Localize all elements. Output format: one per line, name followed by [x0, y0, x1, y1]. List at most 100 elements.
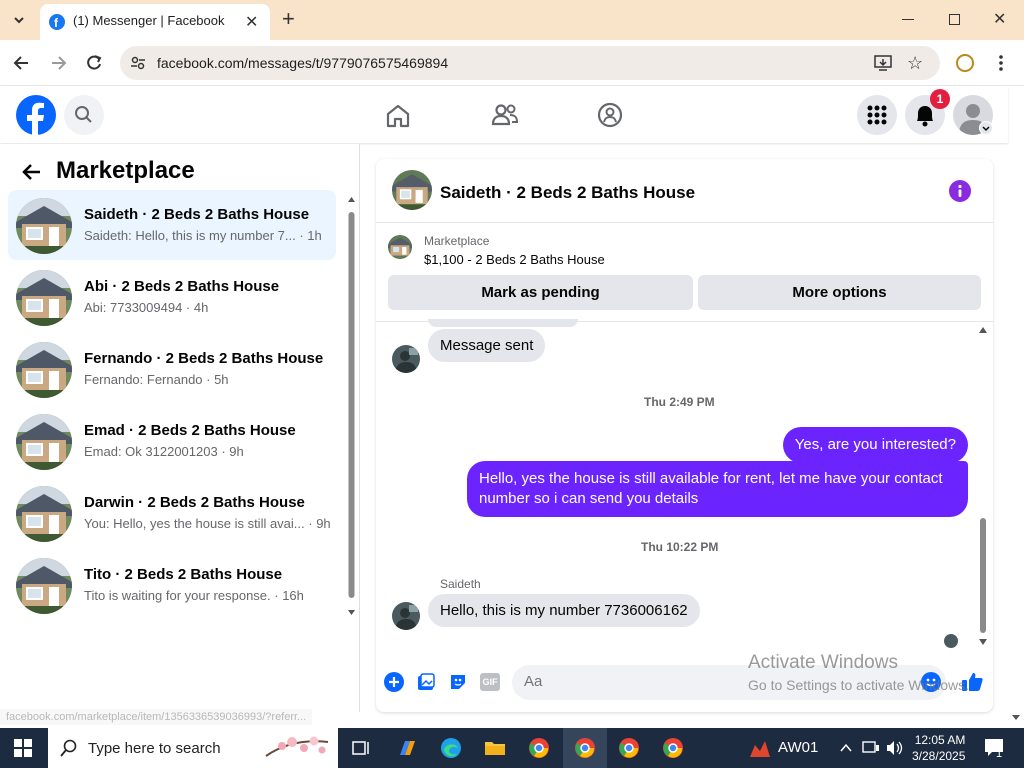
- show-hidden-icons-chevron-icon[interactable]: [839, 742, 853, 754]
- restore-icon[interactable]: [949, 14, 960, 25]
- conversation-name: Tito · 2 Beds 2 Baths House: [84, 566, 283, 583]
- chrome-icon[interactable]: [618, 737, 640, 759]
- conversation-item[interactable]: Darwin · 2 Beds 2 Baths House You: Hello,…: [8, 478, 336, 548]
- chat-title: Saideth · 2 Beds 2 Baths House: [440, 183, 696, 202]
- clock-date: 3/28/2025: [912, 749, 966, 763]
- conversation-item[interactable]: Abi · 2 Beds 2 Baths House Abi: 773300949…: [8, 262, 336, 332]
- bookmark-star-icon[interactable]: ☆: [907, 53, 923, 74]
- weather-label[interactable]: AW01: [778, 739, 818, 756]
- conversation-name: Darwin · 2 Beds 2 Baths House: [84, 494, 305, 511]
- svg-text:f: f: [54, 16, 59, 30]
- listing-avatar: [16, 198, 72, 254]
- edge-browser-icon[interactable]: [440, 737, 462, 759]
- install-app-icon[interactable]: [874, 54, 892, 72]
- search-icon[interactable]: [64, 95, 104, 135]
- sender-avatar: [392, 602, 420, 630]
- chrome-icon[interactable]: [528, 737, 550, 759]
- conversation-info-icon[interactable]: [949, 180, 971, 202]
- windows-start-icon[interactable]: [14, 739, 32, 757]
- address-bar[interactable]: facebook.com/messages/t/9779076575469894…: [120, 46, 940, 80]
- conversation-preview: Tito is waiting for your response. · 16h: [84, 588, 304, 603]
- listing-avatar: [16, 558, 72, 614]
- account-chevron-down-icon[interactable]: [979, 121, 993, 135]
- profile-icon[interactable]: [956, 54, 974, 72]
- browser-toolbar: facebook.com/messages/t/9779076575469894…: [0, 40, 1024, 86]
- file-explorer-icon[interactable]: [484, 737, 506, 759]
- seen-receipt-avatar: [944, 634, 958, 648]
- chat-header: Saideth · 2 Beds 2 Baths House: [376, 159, 993, 223]
- groups-icon[interactable]: [597, 102, 623, 128]
- page-scroll-down-arrow[interactable]: [1011, 714, 1021, 722]
- windows-activation-watermark-title: Activate Windows: [748, 652, 898, 673]
- taskbar-search-box[interactable]: Type here to search: [48, 728, 338, 768]
- browser-tab-strip: f (1) Messenger | Facebook ✕ + ✕: [0, 0, 1024, 40]
- listing-avatar: [16, 414, 72, 470]
- conversation-preview: Emad: Ok 3122001203 · 9h: [84, 444, 244, 459]
- forward-icon[interactable]: [48, 53, 68, 73]
- conversation-name: Saideth · 2 Beds 2 Baths House: [84, 206, 310, 223]
- conversation-item[interactable]: Tito · 2 Beds 2 Baths House Tito is waiti…: [8, 550, 336, 620]
- site-settings-icon[interactable]: [130, 55, 146, 71]
- listing-avatar: [16, 270, 72, 326]
- message-timestamp: Thu 2:49 PM: [644, 395, 715, 409]
- photo-icon[interactable]: [416, 672, 436, 692]
- close-window-icon[interactable]: ✕: [993, 9, 1006, 29]
- conversation-preview: Abi: 7733009494 · 4h: [84, 300, 209, 315]
- add-attachment-icon[interactable]: [384, 672, 404, 692]
- notification-center-icon[interactable]: [984, 738, 1006, 758]
- windows-taskbar: Type here to search AW01 12:05 AM 3/28/2…: [0, 728, 1024, 768]
- browser-tab-messenger[interactable]: f (1) Messenger | Facebook ✕: [40, 4, 270, 40]
- listing-thumbnail: [388, 235, 412, 259]
- status-bar-url: facebook.com/marketplace/item/1356336539…: [0, 709, 313, 725]
- copilot-icon[interactable]: [396, 737, 418, 759]
- search-icon: [60, 739, 78, 757]
- volume-icon[interactable]: [886, 740, 904, 756]
- listing-avatar: [16, 486, 72, 542]
- task-view-icon[interactable]: [350, 737, 372, 759]
- apps-menu-icon[interactable]: [857, 95, 897, 135]
- conversation-name: Emad · 2 Beds 2 Baths House: [84, 422, 296, 439]
- minimize-icon[interactable]: [902, 19, 914, 20]
- clock-time: 12:05 AM: [914, 733, 966, 747]
- message-bubble-incoming[interactable]: Message sent: [428, 329, 546, 362]
- browser-menu-icon[interactable]: [999, 54, 1003, 72]
- message-bubble-outgoing[interactable]: Hello, yes the house is still available …: [467, 461, 968, 517]
- message-history-edge: [428, 319, 578, 327]
- mark-as-pending-button[interactable]: Mark as pending: [388, 275, 693, 310]
- system-clock[interactable]: 12:05 AM 3/28/2025: [912, 732, 965, 764]
- marketplace-label: Marketplace: [424, 234, 490, 248]
- friends-icon[interactable]: [491, 102, 519, 128]
- weather-chart-icon[interactable]: [748, 737, 770, 759]
- message-scrollbar[interactable]: [977, 323, 989, 649]
- chat-avatar: [392, 170, 432, 210]
- conversation-list-scrollbar[interactable]: [347, 196, 356, 616]
- conversation-item[interactable]: Fernando · 2 Beds 2 Baths House Fernando:…: [8, 334, 336, 404]
- conversation-item[interactable]: Emad · 2 Beds 2 Baths House Emad: Ok 3122…: [8, 406, 336, 476]
- gif-icon[interactable]: GIF: [480, 673, 500, 691]
- message-bubble-outgoing[interactable]: Yes, are you interested?: [782, 427, 968, 463]
- taskbar-search-placeholder: Type here to search: [88, 740, 221, 757]
- close-tab-icon[interactable]: ✕: [245, 12, 258, 32]
- notification-center-count: 1: [996, 748, 1003, 760]
- conversation-name: Fernando · 2 Beds 2 Baths House: [84, 350, 324, 367]
- back-arrow-icon[interactable]: [20, 160, 44, 184]
- conversation-item[interactable]: Saideth · 2 Beds 2 Baths House Saideth: H…: [8, 190, 336, 260]
- search-highlight-illustration: [262, 732, 332, 764]
- tab-search-dropdown[interactable]: [8, 10, 30, 30]
- chrome-icon[interactable]: [662, 737, 684, 759]
- conversation-preview: Fernando: Fernando · 5h: [84, 372, 229, 387]
- more-options-button[interactable]: More options: [698, 275, 981, 310]
- network-icon[interactable]: [862, 740, 880, 756]
- tab-title: (1) Messenger | Facebook: [73, 13, 225, 28]
- listing-title[interactable]: $1,100 - 2 Beds 2 Baths House: [424, 252, 605, 267]
- sticker-icon[interactable]: [448, 672, 468, 692]
- back-icon[interactable]: [12, 53, 32, 73]
- message-bubble-incoming[interactable]: Hello, this is my number 7736006162: [428, 594, 700, 627]
- facebook-logo-icon[interactable]: [16, 95, 56, 135]
- home-icon[interactable]: [385, 103, 411, 129]
- new-tab-icon[interactable]: +: [282, 8, 302, 30]
- message-timestamp: Thu 10:22 PM: [641, 540, 719, 554]
- reload-icon[interactable]: [84, 53, 104, 73]
- sender-name: Saideth: [440, 577, 481, 591]
- chrome-icon[interactable]: [574, 737, 596, 759]
